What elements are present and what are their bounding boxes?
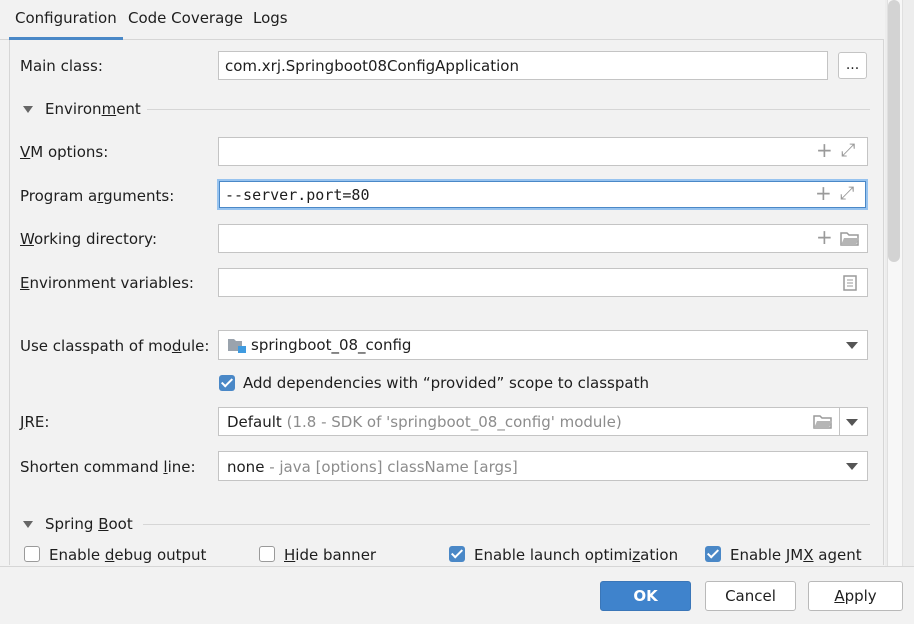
plus-icon[interactable]: + bbox=[816, 227, 833, 247]
enable-launch-optimization-checkbox[interactable] bbox=[449, 546, 465, 562]
add-dependencies-checkbox[interactable] bbox=[219, 375, 235, 391]
program-arguments-value: --server.port=80 bbox=[225, 186, 370, 204]
main-class-field[interactable]: com.xrj.Springboot08ConfigApplication bbox=[218, 51, 828, 80]
chevron-down-icon[interactable] bbox=[846, 419, 858, 426]
tab-logs[interactable]: Logs bbox=[253, 9, 288, 27]
expand-icon[interactable]: ⤢ bbox=[841, 142, 855, 160]
classpath-module-dropdown[interactable]: springboot_08_config bbox=[218, 330, 868, 360]
shorten-command-line-label: Shorten command line: bbox=[20, 458, 196, 476]
tab-bar: Configuration Code Coverage Logs bbox=[0, 0, 884, 40]
environment-variables-label: Environment variables: bbox=[20, 274, 194, 292]
tab-configuration[interactable]: Configuration bbox=[9, 9, 123, 40]
jre-combo[interactable]: Default (1.8 - SDK of 'springboot_08_con… bbox=[218, 407, 868, 436]
main-class-value: com.xrj.Springboot08ConfigApplication bbox=[225, 57, 519, 75]
classpath-module-value: springboot_08_config bbox=[251, 336, 412, 354]
environment-variables-field[interactable] bbox=[218, 268, 868, 297]
plus-icon[interactable]: + bbox=[815, 183, 832, 203]
tab-code-coverage[interactable]: Code Coverage bbox=[128, 9, 243, 27]
ok-button[interactable]: OK bbox=[600, 581, 691, 611]
document-icon[interactable] bbox=[843, 275, 857, 291]
environment-divider bbox=[147, 109, 870, 110]
chevron-down-icon bbox=[846, 342, 858, 349]
jre-value: Default (1.8 - SDK of 'springboot_08_con… bbox=[227, 413, 622, 431]
cancel-button[interactable]: Cancel bbox=[705, 581, 796, 611]
browse-main-class-button[interactable]: ... bbox=[838, 52, 867, 79]
working-directory-label: Working directory: bbox=[20, 230, 158, 248]
expand-icon[interactable]: ⤢ bbox=[840, 185, 854, 203]
main-class-label: Main class: bbox=[20, 57, 103, 75]
working-directory-field[interactable]: + bbox=[218, 224, 868, 253]
environment-section-header[interactable]: Environment bbox=[20, 100, 141, 118]
jre-separator bbox=[839, 408, 840, 435]
vm-options-field[interactable]: + ⤢ bbox=[218, 137, 868, 166]
program-arguments-label: Program arguments: bbox=[20, 187, 175, 205]
hide-banner-checkbox[interactable] bbox=[259, 546, 275, 562]
spring-boot-divider bbox=[143, 524, 870, 525]
shorten-command-line-value: none - java [options] className [args] bbox=[227, 458, 518, 476]
add-dependencies-label[interactable]: Add dependencies with “provided” scope t… bbox=[243, 374, 649, 392]
enable-debug-output-label[interactable]: Enable debug output bbox=[49, 546, 206, 564]
module-icon bbox=[228, 339, 246, 353]
classpath-module-label: Use classpath of module: bbox=[20, 337, 210, 355]
jre-label: JRE: bbox=[20, 413, 50, 431]
configuration-panel bbox=[9, 40, 884, 565]
program-arguments-field[interactable]: --server.port=80 + ⤢ bbox=[217, 179, 868, 210]
collapse-triangle-icon bbox=[23, 520, 33, 528]
plus-icon[interactable]: + bbox=[816, 140, 833, 160]
hide-banner-label[interactable]: Hide banner bbox=[284, 546, 376, 564]
scrollbar-thumb[interactable] bbox=[888, 0, 900, 262]
enable-jmx-agent-label[interactable]: Enable JMX agent bbox=[730, 546, 862, 564]
shorten-command-line-dropdown[interactable]: none - java [options] className [args] bbox=[218, 451, 868, 481]
folder-icon[interactable] bbox=[840, 231, 860, 247]
enable-launch-optimization-label[interactable]: Enable launch optimization bbox=[474, 546, 678, 564]
collapse-triangle-icon bbox=[23, 105, 33, 113]
spring-boot-section-title: Spring Boot bbox=[45, 515, 133, 533]
environment-section-title: Environment bbox=[45, 100, 141, 118]
spring-boot-section-header[interactable]: Spring Boot bbox=[20, 515, 133, 533]
apply-button[interactable]: Apply bbox=[808, 581, 903, 611]
vm-options-label: VM options: bbox=[20, 143, 109, 161]
enable-jmx-agent-checkbox[interactable] bbox=[705, 546, 721, 562]
enable-debug-output-checkbox[interactable] bbox=[24, 546, 40, 562]
folder-icon[interactable] bbox=[813, 414, 833, 430]
chevron-down-icon bbox=[846, 463, 858, 470]
